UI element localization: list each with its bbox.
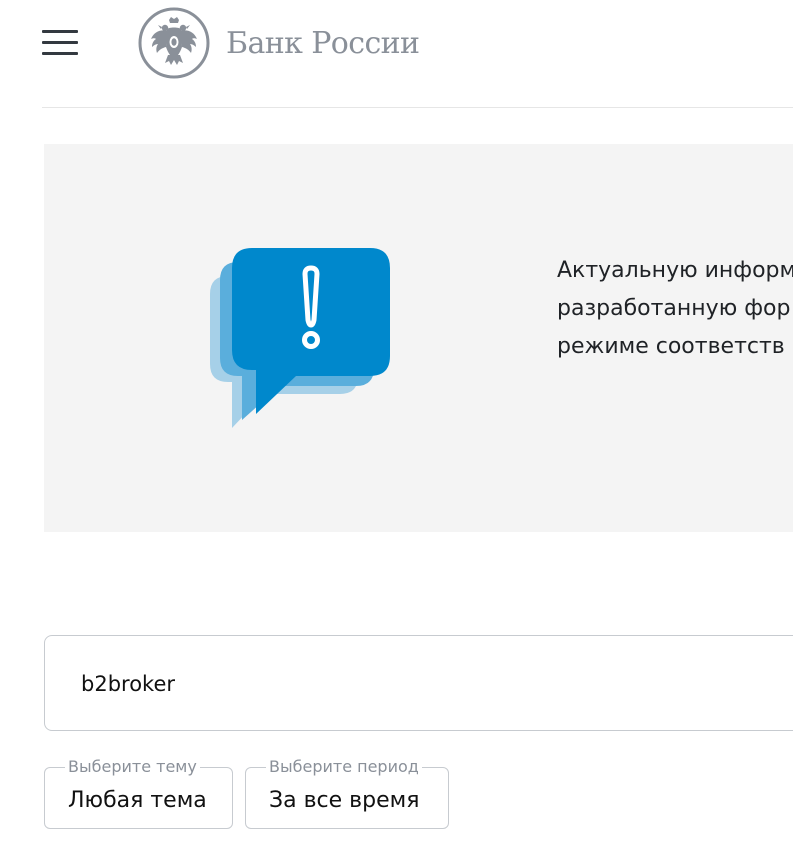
topic-select[interactable]: Выберите тему Любая тема <box>44 757 233 829</box>
notice-line-1: Актуальную информ <box>557 258 793 283</box>
topic-select-value: Любая тема <box>68 788 207 813</box>
header-divider <box>42 107 793 108</box>
bank-of-russia-logo[interactable]: Банк России <box>138 7 420 79</box>
period-select-value: За все время <box>269 788 420 813</box>
hamburger-menu-icon[interactable] <box>42 30 78 56</box>
notice-text: Актуальную информ разработанную фор режи… <box>557 252 793 366</box>
notice-banner: Актуальную информ разработанную фор режи… <box>44 144 793 532</box>
notice-line-3: режиме соответств <box>557 334 785 359</box>
double-headed-eagle-emblem-icon <box>138 7 210 79</box>
search-box <box>44 635 793 731</box>
topic-select-label: Выберите тему <box>65 757 200 777</box>
period-select[interactable]: Выберите период За все время <box>245 757 449 829</box>
logo-text: Банк России <box>226 25 420 61</box>
page: Банк России Актуальную информ разработан… <box>0 0 793 857</box>
period-select-label: Выберите период <box>266 757 422 777</box>
search-input[interactable] <box>81 666 681 702</box>
exclamation-speech-bubble-icon <box>210 248 390 428</box>
notice-line-2: разработанную фор <box>557 296 791 321</box>
